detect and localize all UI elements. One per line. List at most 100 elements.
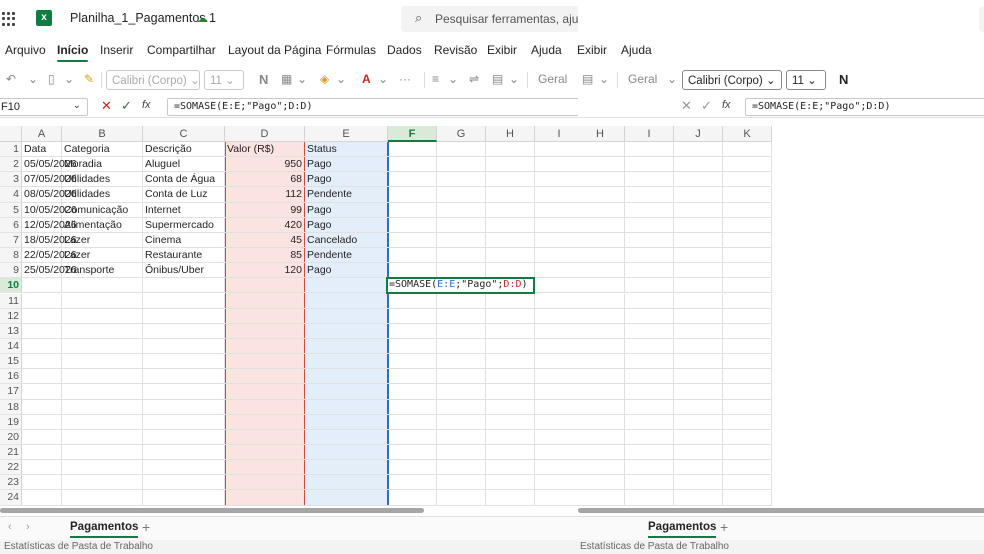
cell-d17[interactable]: [225, 384, 305, 400]
cell-h7[interactable]: [486, 232, 535, 249]
cell-d20[interactable]: [225, 430, 305, 445]
cell-c9[interactable]: Ônibus/Uber: [143, 263, 225, 279]
cell-i2[interactable]: [625, 157, 674, 173]
cell-h9[interactable]: [486, 263, 535, 279]
tab-ajuda[interactable]: Ajuda: [531, 43, 562, 57]
cell-f18[interactable]: [388, 399, 437, 415]
cell-k14[interactable]: [723, 338, 772, 355]
cell-f21[interactable]: [388, 445, 437, 461]
cell-i20[interactable]: [535, 430, 578, 445]
column-header-i[interactable]: I: [535, 126, 578, 142]
cell-h9[interactable]: [578, 263, 625, 279]
row-header-12[interactable]: 12: [0, 308, 22, 324]
paste-dropdown-icon[interactable]: ⌄: [64, 72, 74, 86]
cell-d11[interactable]: [225, 294, 305, 309]
cell-e4[interactable]: Pendente: [305, 187, 388, 203]
cell-e1[interactable]: Status: [305, 142, 388, 158]
cell-e17[interactable]: [305, 384, 388, 400]
fill-color-dropdown-icon[interactable]: ⌄: [336, 72, 346, 86]
tab-exibir[interactable]: Exibir: [487, 43, 517, 57]
cell-h24[interactable]: [578, 490, 625, 506]
row-header-21[interactable]: 21: [0, 445, 22, 461]
merge-dropdown-icon[interactable]: ⌄: [509, 72, 519, 86]
cell-e19[interactable]: [305, 415, 388, 430]
cell-g16[interactable]: [437, 369, 486, 385]
cell-a2[interactable]: 05/05/2026: [22, 157, 77, 173]
cell-a15[interactable]: [22, 354, 62, 370]
row-header-24[interactable]: 24: [0, 490, 22, 506]
cell-f14[interactable]: [388, 338, 437, 355]
cell-f2[interactable]: [388, 157, 437, 173]
cell-a16[interactable]: [22, 369, 62, 385]
cell-g8[interactable]: [437, 248, 486, 264]
cell-c8[interactable]: Restaurante: [143, 248, 225, 264]
cell-i18[interactable]: [625, 399, 674, 415]
tab-dados[interactable]: Dados: [387, 43, 422, 57]
cell-h17[interactable]: [578, 384, 625, 400]
cell-b18[interactable]: [62, 399, 143, 415]
cell-b6[interactable]: Alimentação: [62, 217, 143, 233]
row-header-23[interactable]: 23: [0, 475, 22, 491]
cell-b2[interactable]: Moradia: [62, 157, 143, 173]
cell-g7[interactable]: [437, 232, 486, 249]
merge-dropdown-icon[interactable]: ⌄: [599, 72, 609, 86]
font-name-dropdown[interactable]: Calibri (Corpo) ⌄: [106, 70, 200, 90]
tab-inserir[interactable]: Inserir: [100, 43, 133, 57]
cell-d5[interactable]: 99: [225, 203, 305, 218]
row-header-22[interactable]: 22: [0, 460, 22, 476]
cell-i21[interactable]: [535, 445, 578, 461]
cell-f17[interactable]: [388, 384, 437, 400]
cell-h19[interactable]: [578, 414, 625, 430]
cell-e8[interactable]: Pendente: [305, 248, 388, 264]
column-header-i[interactable]: I: [625, 126, 674, 142]
cell-i18[interactable]: [535, 400, 578, 415]
cell-j11[interactable]: [674, 293, 723, 309]
cell-d3[interactable]: 68: [225, 172, 305, 188]
cell-j22[interactable]: [674, 460, 723, 476]
cell-k16[interactable]: [723, 369, 772, 385]
cell-b21[interactable]: [62, 445, 143, 461]
chevron-right-icon[interactable]: ›: [26, 521, 30, 533]
cell-h23[interactable]: [578, 475, 625, 491]
cell-i19[interactable]: [625, 414, 674, 430]
cell-k23[interactable]: [723, 475, 772, 491]
cell-i16[interactable]: [625, 369, 674, 385]
cell-h14[interactable]: [486, 338, 535, 355]
cell-h6[interactable]: [486, 217, 535, 233]
cell-j19[interactable]: [674, 414, 723, 430]
cell-j23[interactable]: [674, 475, 723, 491]
more-options-icon[interactable]: ···: [399, 72, 411, 86]
cell-f19[interactable]: [388, 414, 437, 430]
cell-a9[interactable]: 25/05/2026: [22, 263, 77, 279]
cell-c15[interactable]: [143, 354, 225, 370]
cell-i1[interactable]: [535, 142, 578, 158]
cell-h12[interactable]: [486, 308, 535, 324]
cell-h1[interactable]: [578, 142, 625, 158]
cell-i12[interactable]: [535, 309, 578, 324]
cell-h23[interactable]: [486, 475, 535, 491]
tab-formulas[interactable]: Fórmulas: [326, 43, 376, 57]
cell-a4[interactable]: 08/05/2026: [22, 187, 77, 203]
cell-j17[interactable]: [674, 384, 723, 400]
cell-d21[interactable]: [225, 445, 305, 461]
name-box[interactable]: F10 ⌄: [0, 98, 88, 116]
row-header-2[interactable]: 2: [0, 157, 22, 173]
cell-c10[interactable]: [143, 278, 225, 294]
search-box[interactable]: ⌕ Pesquisar ferramentas, ajuda e mais (A…: [401, 6, 578, 32]
tab-inicio[interactable]: Início: [57, 43, 89, 62]
cell-g5[interactable]: [437, 202, 486, 218]
row-header-14[interactable]: 14: [0, 338, 22, 355]
active-cell-editor[interactable]: =SOMASE(E:E;"Pago";D:D): [386, 277, 535, 295]
column-header-k[interactable]: K: [723, 126, 772, 142]
cell-i23[interactable]: [625, 475, 674, 491]
cell-b4[interactable]: Utilidades: [62, 187, 143, 203]
cell-h5[interactable]: [486, 202, 535, 218]
cell-a6[interactable]: 12/05/2026: [22, 217, 77, 233]
cell-b17[interactable]: [62, 384, 143, 400]
cell-c12[interactable]: [143, 308, 225, 324]
cell-i15[interactable]: [625, 354, 674, 370]
column-header-h[interactable]: H: [486, 126, 535, 142]
cell-h16[interactable]: [578, 369, 625, 385]
cell-k20[interactable]: [723, 429, 772, 445]
cell-i14[interactable]: [535, 339, 578, 355]
